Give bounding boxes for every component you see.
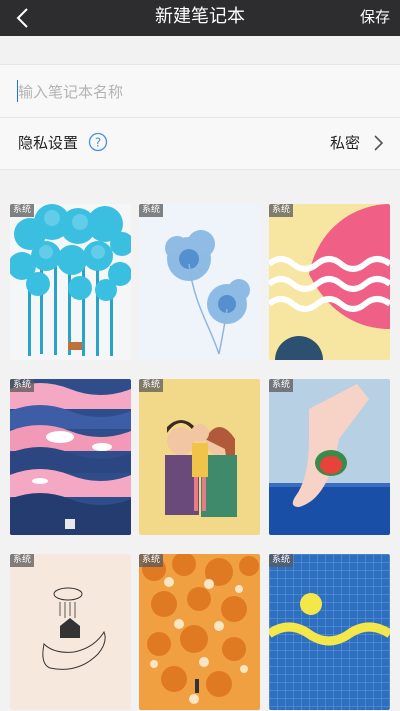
cover-tile[interactable]: 系统: [10, 204, 131, 360]
cover-tile[interactable]: 系统: [269, 554, 390, 710]
cover-tile[interactable]: 系统: [10, 554, 131, 710]
cover-tile[interactable]: 系统: [139, 204, 260, 360]
cover-autumn-leaves: [139, 554, 260, 710]
system-badge: 系统: [139, 554, 164, 567]
system-badge: 系统: [269, 204, 294, 217]
chevron-right-icon: [374, 135, 384, 151]
cover-blue-trees: [10, 204, 131, 360]
privacy-label: 隐私设置: [18, 134, 79, 152]
cover-hugging-couple: [139, 379, 260, 535]
cover-tile[interactable]: 系统: [269, 204, 390, 360]
system-badge: 系统: [269, 379, 294, 392]
system-badge: 系统: [10, 554, 35, 567]
spacer: [0, 36, 400, 64]
cover-foot-watermelon: [269, 379, 390, 535]
top-nav-bar: 新建笔记本 保存: [0, 0, 400, 36]
privacy-settings-row[interactable]: 隐私设置 ? 私密: [0, 118, 400, 170]
cover-tile[interactable]: 系统: [139, 379, 260, 535]
page-title: 新建笔记本: [155, 6, 245, 27]
system-badge: 系统: [269, 554, 294, 567]
svg-text:?: ?: [95, 136, 101, 150]
system-badge: 系统: [139, 204, 164, 217]
system-badge: 系统: [10, 204, 35, 217]
cover-whale-waves: [10, 379, 131, 535]
cover-tile[interactable]: 系统: [139, 554, 260, 710]
cover-blue-grid-wave: [269, 554, 390, 710]
cover-blue-flowers: [139, 204, 260, 360]
system-badge: 系统: [10, 379, 35, 392]
question-circle-icon[interactable]: ?: [88, 132, 108, 152]
cover-hand-house: [10, 554, 131, 710]
notebook-name-input[interactable]: [18, 77, 378, 107]
notebook-name-row: [0, 64, 400, 118]
cover-tile[interactable]: 系统: [10, 379, 131, 535]
privacy-value: 私密: [329, 134, 360, 152]
save-button[interactable]: 保存: [360, 6, 390, 28]
text-caret: [17, 80, 18, 102]
system-badge: 系统: [139, 379, 164, 392]
cover-pink-waves: [269, 204, 390, 360]
cover-tile[interactable]: 系统: [269, 379, 390, 535]
